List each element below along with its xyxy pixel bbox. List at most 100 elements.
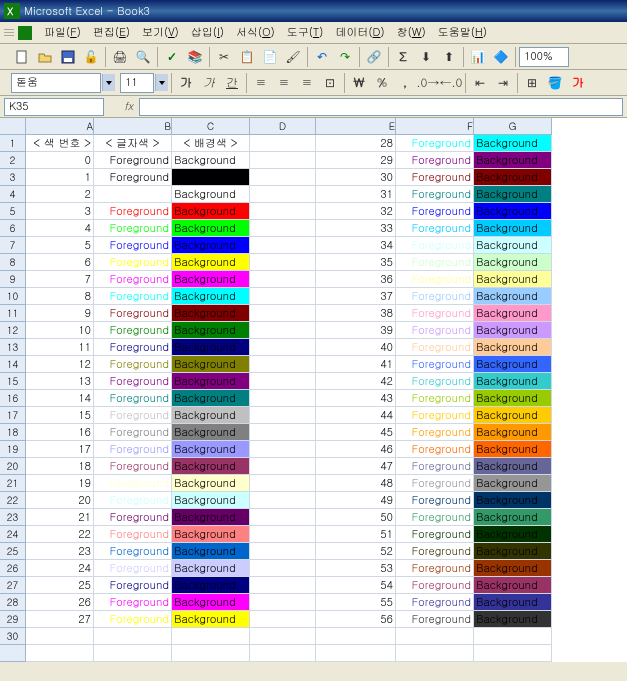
cell[interactable]: 28 [316, 135, 396, 152]
cell[interactable]: Background [474, 407, 552, 424]
cell[interactable]: 53 [316, 560, 396, 577]
row-header[interactable]: 13 [0, 339, 26, 356]
cell[interactable]: Background [474, 424, 552, 441]
cell[interactable]: 25 [26, 577, 94, 594]
cell[interactable]: 18 [26, 458, 94, 475]
cell[interactable]: 48 [316, 475, 396, 492]
cell[interactable]: Foreground [94, 424, 172, 441]
row-header[interactable]: 22 [0, 492, 26, 509]
cell[interactable] [250, 441, 316, 458]
cell[interactable]: 6 [26, 254, 94, 271]
cell[interactable] [250, 203, 316, 220]
cell[interactable]: Background [474, 271, 552, 288]
cell[interactable] [250, 560, 316, 577]
save-icon[interactable] [57, 46, 79, 68]
row-header[interactable]: 8 [0, 254, 26, 271]
cell[interactable]: Background [474, 305, 552, 322]
cell[interactable] [250, 254, 316, 271]
col-header[interactable]: F [396, 118, 474, 135]
cell[interactable]: 11 [26, 339, 94, 356]
cell[interactable]: Foreground [94, 254, 172, 271]
row-header[interactable]: 30 [0, 628, 26, 645]
cell[interactable]: 35 [316, 254, 396, 271]
row-header[interactable]: 17 [0, 407, 26, 424]
percent-icon[interactable]: % [371, 72, 393, 94]
paste-icon[interactable]: 📄 [259, 46, 281, 68]
cell[interactable]: 21 [26, 509, 94, 526]
name-box[interactable]: K35 [4, 98, 104, 116]
print-icon[interactable]: 🖨 [109, 46, 131, 68]
row-header[interactable]: 5 [0, 203, 26, 220]
cell[interactable]: Foreground [94, 441, 172, 458]
cell[interactable] [250, 458, 316, 475]
research-icon[interactable]: 📚 [184, 46, 206, 68]
cell[interactable]: 13 [26, 373, 94, 390]
cell[interactable] [26, 645, 94, 662]
menu-item[interactable]: 파일(F) [38, 25, 87, 40]
cell[interactable] [250, 424, 316, 441]
cell[interactable]: Foreground [94, 475, 172, 492]
decrease-indent-icon[interactable]: ⇤ [469, 72, 491, 94]
cell[interactable] [250, 288, 316, 305]
cell[interactable]: Foreground [94, 577, 172, 594]
col-header[interactable]: D [250, 118, 316, 135]
format-painter-icon[interactable]: 🖌 [282, 46, 304, 68]
cell[interactable]: Background [474, 203, 552, 220]
cell[interactable]: Background [474, 356, 552, 373]
cell[interactable]: Foreground [94, 543, 172, 560]
cell[interactable]: 34 [316, 237, 396, 254]
row-header[interactable]: 10 [0, 288, 26, 305]
cell[interactable]: Background [474, 373, 552, 390]
cell[interactable]: Foreground [396, 577, 474, 594]
cell[interactable]: Foreground [94, 611, 172, 628]
cell[interactable]: 47 [316, 458, 396, 475]
cell[interactable]: Background [474, 492, 552, 509]
cell[interactable]: Background [172, 288, 250, 305]
cell[interactable] [250, 509, 316, 526]
cell[interactable]: Background [172, 560, 250, 577]
cell[interactable]: 40 [316, 339, 396, 356]
cell[interactable] [94, 628, 172, 645]
cell[interactable] [250, 339, 316, 356]
cell[interactable]: Background [474, 509, 552, 526]
cell[interactable]: Foreground [396, 390, 474, 407]
menu-item[interactable]: 도구(T) [281, 25, 330, 40]
cell[interactable]: Background [172, 339, 250, 356]
menu-item[interactable]: 보기(V) [136, 25, 185, 40]
cell[interactable]: 22 [26, 526, 94, 543]
cell[interactable]: Background [474, 186, 552, 203]
cell[interactable]: Background [474, 611, 552, 628]
cell[interactable]: Foreground [396, 152, 474, 169]
cell[interactable]: Background [474, 594, 552, 611]
cell[interactable]: Background [172, 424, 250, 441]
col-header[interactable]: C [172, 118, 250, 135]
cell[interactable]: Foreground [396, 203, 474, 220]
cell[interactable]: 45 [316, 424, 396, 441]
row-header[interactable]: 14 [0, 356, 26, 373]
cell[interactable] [250, 356, 316, 373]
cell[interactable]: 41 [316, 356, 396, 373]
cell[interactable]: 4 [26, 220, 94, 237]
cell[interactable]: 12 [26, 356, 94, 373]
cell[interactable]: Foreground [396, 441, 474, 458]
cell[interactable]: Background [172, 373, 250, 390]
cell[interactable]: 19 [26, 475, 94, 492]
menu-item[interactable]: 데이터(D) [329, 25, 390, 40]
cell[interactable]: Background [474, 135, 552, 152]
cell[interactable]: 52 [316, 543, 396, 560]
cell[interactable]: Background [474, 237, 552, 254]
cell[interactable]: 50 [316, 509, 396, 526]
cell[interactable]: 27 [26, 611, 94, 628]
permission-icon[interactable]: 🔓 [80, 46, 102, 68]
cut-icon[interactable]: ✂ [213, 46, 235, 68]
cell[interactable]: 38 [316, 305, 396, 322]
row-header[interactable]: 26 [0, 560, 26, 577]
row-header[interactable]: 21 [0, 475, 26, 492]
cell[interactable] [250, 271, 316, 288]
cell[interactable]: 42 [316, 373, 396, 390]
autosum-icon[interactable]: Σ [392, 46, 414, 68]
dropdown-icon[interactable] [102, 74, 115, 91]
cell[interactable] [250, 475, 316, 492]
cell[interactable]: Background [474, 441, 552, 458]
cell[interactable]: Foreground [94, 186, 172, 203]
